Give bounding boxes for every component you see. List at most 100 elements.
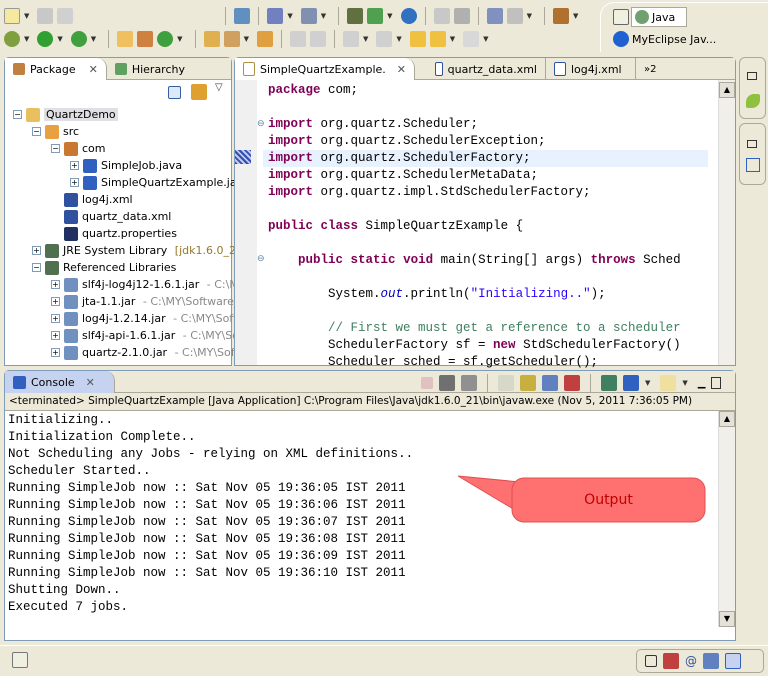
more-tabs-button[interactable]: »2 — [634, 58, 664, 80]
tree-item[interactable]: log4j.xml — [51, 191, 133, 208]
new-java-project-icon[interactable] — [117, 31, 134, 47]
console-vertical-scrollbar[interactable]: ▲ ▼ — [718, 411, 735, 627]
tree-item[interactable]: + quartz-2.1.0.jar - C:\MY\Soft — [51, 344, 239, 361]
external-tools-icon[interactable] — [70, 31, 87, 47]
forward-icon[interactable] — [463, 31, 480, 47]
close-icon[interactable]: ✕ — [89, 63, 98, 76]
tab-editor-quartz-data-xml[interactable]: quartz_data.xml — [415, 58, 545, 80]
tab-editor-log4j-xml[interactable]: log4j.xml — [544, 58, 635, 80]
clear-console-icon[interactable] — [498, 375, 514, 391]
search-icon[interactable] — [223, 31, 240, 47]
declaration-icon[interactable] — [703, 653, 719, 669]
remove-launch-icon[interactable] — [439, 375, 455, 391]
outline-icon[interactable] — [746, 158, 760, 172]
tree-item[interactable]: + slf4j-api-1.6.1.jar - C:\MY\So — [51, 327, 239, 344]
scroll-up-icon[interactable]: ▲ — [719, 411, 735, 427]
expand-icon[interactable]: + — [51, 331, 60, 340]
collapse-icon[interactable]: − — [32, 127, 41, 136]
javadoc-icon[interactable]: @ — [685, 654, 697, 668]
tab-hierarchy[interactable]: Hierarchy — [107, 58, 193, 80]
restore-icon[interactable] — [747, 140, 757, 148]
tree-item[interactable]: + SimpleQuartzExample.java — [70, 174, 250, 191]
tree-item[interactable]: − com — [51, 140, 106, 157]
expand-icon[interactable]: + — [51, 280, 60, 289]
perspective-myeclipse[interactable]: MyEclipse Jav... — [613, 31, 716, 47]
tree-item[interactable]: + slf4j-log4j12-1.6.1.jar - C:\MY\ — [51, 276, 249, 293]
scroll-down-icon[interactable]: ▼ — [719, 611, 735, 627]
deploy-icon[interactable] — [300, 8, 317, 24]
open-console-icon[interactable] — [660, 375, 677, 391]
back-icon[interactable] — [429, 31, 446, 47]
tab-editor-simplequartzexample[interactable]: SimpleQuartzExample. ✕ — [235, 58, 415, 80]
last-edit-icon[interactable] — [409, 31, 426, 47]
expand-icon[interactable]: + — [70, 161, 79, 170]
tree-item[interactable]: − QuartzDemo — [13, 106, 118, 123]
open-icon[interactable] — [433, 8, 450, 24]
expand-icon[interactable]: + — [32, 246, 41, 255]
tree-item[interactable]: + jta-1.1.jar - C:\MY\Software\ — [51, 293, 238, 310]
fold-icon[interactable]: ⊖ — [257, 119, 265, 129]
save-icon[interactable] — [37, 8, 54, 24]
next-annotation-icon[interactable] — [342, 31, 359, 47]
console-icon[interactable] — [725, 653, 741, 669]
maximize-icon[interactable] — [711, 377, 722, 389]
link-with-editor-icon[interactable] — [191, 84, 207, 100]
open-type-icon[interactable] — [203, 31, 220, 47]
perspective-java[interactable]: Java — [631, 7, 687, 27]
manage-deployments-icon[interactable] — [347, 8, 364, 24]
collapse-icon[interactable]: − — [51, 144, 60, 153]
new-package-icon[interactable] — [137, 31, 154, 47]
open-perspective-icon[interactable] — [613, 9, 629, 25]
report-icon[interactable] — [486, 8, 503, 24]
show-on-stderr-icon[interactable] — [564, 375, 580, 391]
expand-icon[interactable]: + — [51, 297, 60, 306]
toggle-mark-icon[interactable] — [289, 31, 306, 47]
pen-icon[interactable] — [309, 31, 326, 47]
new-icon[interactable] — [4, 8, 20, 24]
collapse-all-icon[interactable] — [168, 86, 181, 99]
fast-view-icon[interactable] — [12, 652, 28, 668]
editor-vertical-scrollbar[interactable]: ▲ — [718, 80, 735, 365]
browser-icon[interactable] — [400, 8, 417, 24]
pin-console-icon[interactable] — [601, 375, 617, 391]
minimize-icon[interactable]: ▁ — [698, 378, 706, 389]
print-icon[interactable] — [57, 8, 74, 24]
database-icon[interactable] — [552, 8, 569, 24]
problems-icon[interactable] — [663, 653, 679, 669]
tree-item[interactable]: + SimpleJob.java — [70, 157, 182, 174]
fold-icon[interactable]: ⊖ — [257, 254, 265, 264]
close-icon[interactable]: ✕ — [86, 376, 95, 389]
restore-icon[interactable] — [747, 72, 757, 80]
tree-item[interactable]: quartz.properties — [51, 225, 177, 242]
tree-item[interactable]: + log4j-1.2.14.jar - C:\MY\Softw — [51, 310, 246, 327]
collapse-icon[interactable]: − — [32, 263, 41, 272]
xml-icon[interactable] — [506, 8, 523, 24]
collapse-icon[interactable]: − — [13, 110, 22, 119]
show-on-stdout-icon[interactable] — [542, 375, 558, 391]
tree-item[interactable]: − Referenced Libraries — [32, 259, 176, 276]
debug-icon[interactable] — [4, 31, 20, 47]
terminate-icon[interactable] — [421, 377, 433, 389]
display-console-icon[interactable] — [623, 375, 639, 391]
scroll-up-icon[interactable]: ▲ — [719, 82, 735, 98]
tree-item[interactable]: quartz_data.xml — [51, 208, 171, 225]
remove-all-launches-icon[interactable] — [461, 375, 477, 391]
run-server-icon[interactable] — [367, 8, 384, 24]
tree-item[interactable]: + JRE System Library [jdk1.6.0_21] — [32, 242, 247, 259]
previous-annotation-icon[interactable] — [376, 31, 393, 47]
expand-icon[interactable]: + — [51, 348, 60, 357]
close-icon[interactable]: ✕ — [397, 63, 406, 76]
web-icon[interactable] — [234, 8, 251, 24]
tab-console[interactable]: Console ✕ — [5, 371, 115, 393]
expand-icon[interactable]: + — [70, 178, 79, 187]
view-menu-icon[interactable]: ▽ — [215, 82, 223, 93]
tab-package[interactable]: Package ✕ — [5, 58, 107, 80]
expand-icon[interactable]: + — [51, 314, 60, 323]
tree-item[interactable]: − src — [32, 123, 79, 140]
restore-icon[interactable] — [645, 655, 657, 667]
open-task-icon[interactable] — [256, 31, 273, 47]
run-icon[interactable] — [37, 31, 54, 47]
new-class-icon[interactable] — [157, 31, 174, 47]
refresh-icon[interactable] — [453, 8, 470, 24]
snippets-icon[interactable] — [746, 94, 760, 108]
